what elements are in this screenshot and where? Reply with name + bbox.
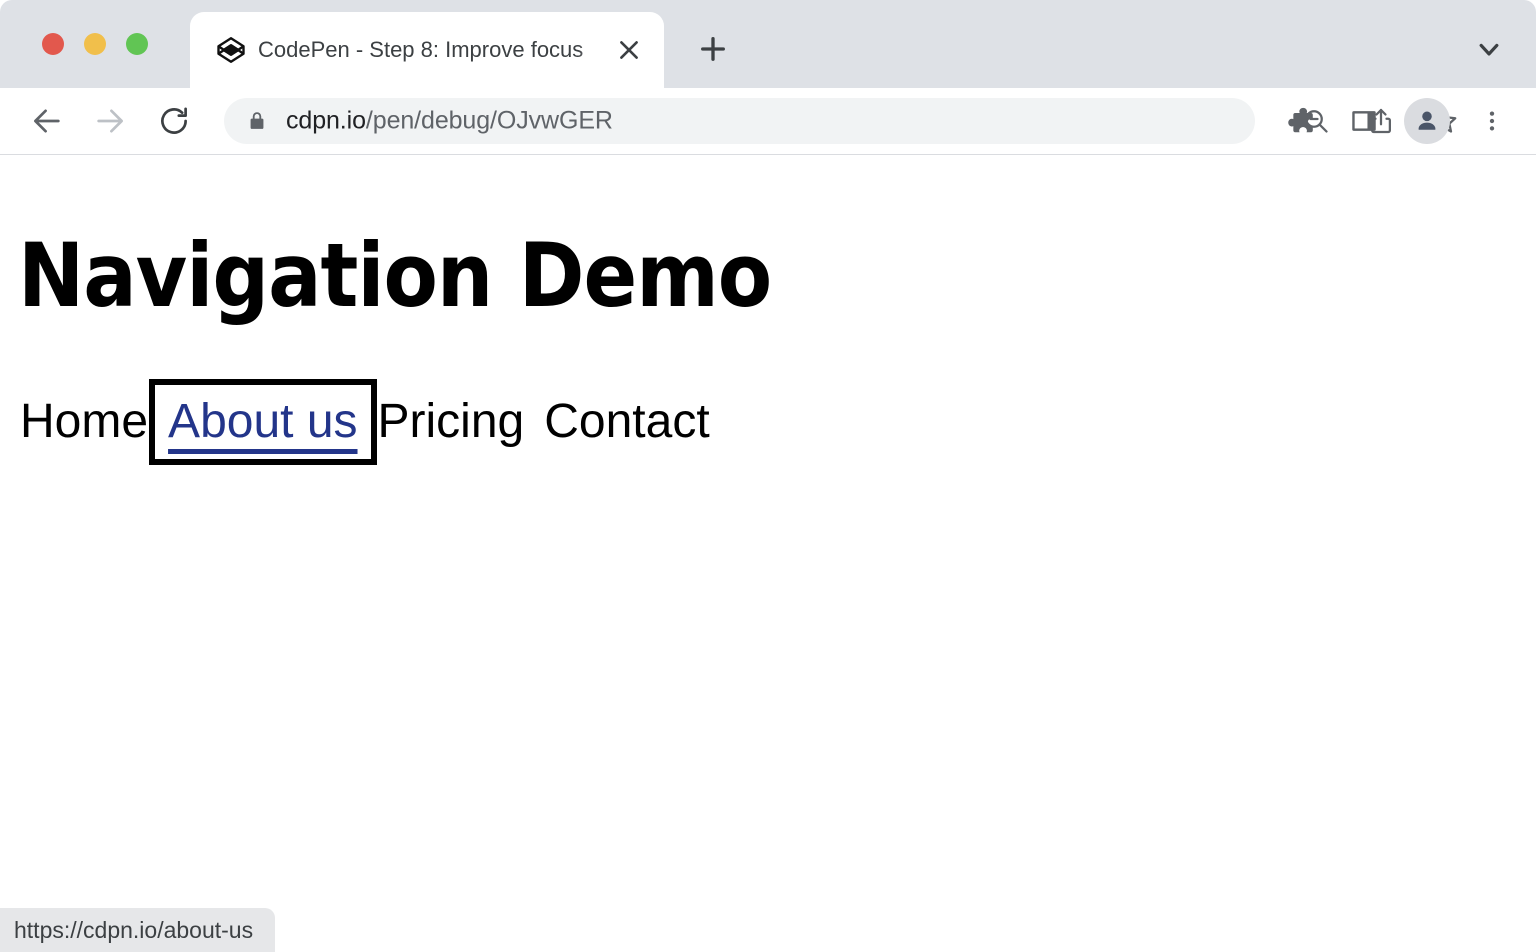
page-title: Navigation Demo [18,232,771,320]
url-host: cdpn.io [286,107,366,135]
maximize-window-button[interactable] [126,33,148,55]
nav-link-about-us[interactable]: About us [168,398,357,446]
status-bar-url: https://cdpn.io/about-us [0,908,275,952]
nav-link-home[interactable]: Home [20,398,148,446]
nav-link-contact[interactable]: Contact [544,398,709,446]
tab-title: CodePen - Step 8: Improve focus [258,37,610,63]
browser-tab-active[interactable]: CodePen - Step 8: Improve focus [190,12,664,88]
close-window-button[interactable] [42,33,64,55]
nav-link-pricing[interactable]: Pricing [378,398,525,446]
nav-item-about-us: About us [168,398,357,446]
codepen-logo-icon [216,35,246,65]
profile-avatar-icon[interactable] [1404,98,1450,144]
chevron-down-icon[interactable] [1472,32,1506,66]
reload-button[interactable] [157,104,191,138]
nav-item-pricing: Pricing [378,398,525,446]
page-viewport: Navigation Demo Home About us Pricing Co… [0,155,1536,952]
url-path: /pen/debug/OJvwGER [366,107,613,135]
browser-window: CodePen - Step 8: Improve focus [0,0,1536,952]
tab-strip: CodePen - Step 8: Improve focus [0,0,1536,88]
url-text: cdpn.io/pen/debug/OJvwGER [286,107,613,136]
close-icon[interactable] [616,37,642,63]
forward-button[interactable] [93,104,127,138]
minimize-window-button[interactable] [84,33,106,55]
three-dot-menu-icon[interactable] [1479,105,1505,137]
address-bar[interactable]: cdpn.io/pen/debug/OJvwGER [224,98,1255,144]
side-panel-icon[interactable] [1348,105,1380,137]
browser-toolbar: cdpn.io/pen/debug/OJvwGER [0,88,1536,155]
lock-icon [246,110,268,132]
tab-curve-right [664,74,678,88]
back-button[interactable] [30,104,64,138]
extensions-puzzle-icon[interactable] [1284,105,1316,137]
nav-item-home: Home [20,398,148,446]
new-tab-button[interactable] [694,30,732,68]
tab-curve-left [176,74,190,88]
window-controls [42,33,148,55]
site-navigation: Home About us Pricing Contact [20,398,710,446]
nav-item-contact: Contact [544,398,709,446]
